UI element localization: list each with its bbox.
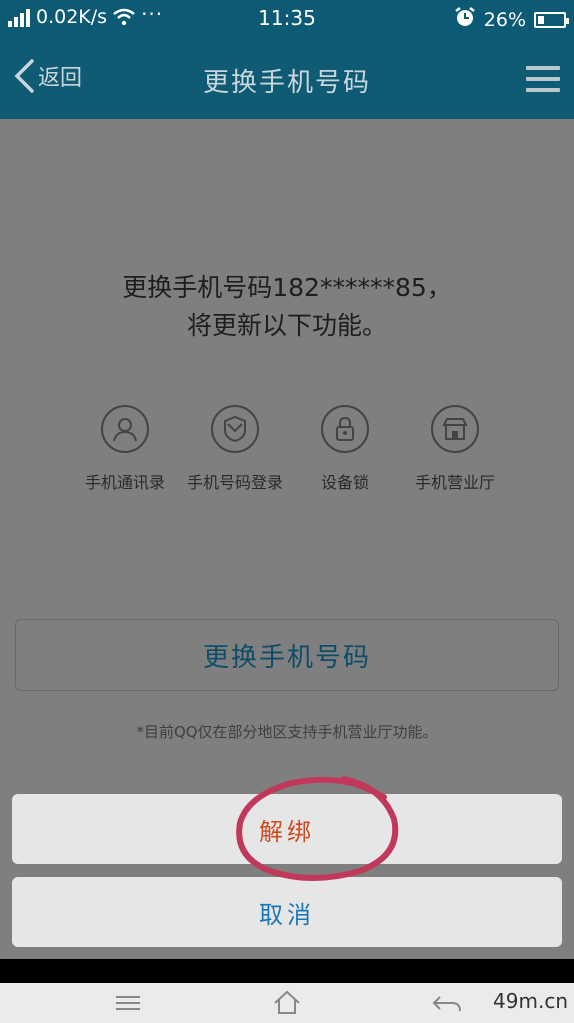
cancel-button[interactable]: 取消: [12, 877, 562, 947]
lock-icon: [321, 405, 369, 453]
page-title: 更换手机号码: [202, 68, 371, 98]
system-nav-bar: 49m.cn: [0, 983, 574, 1023]
feature-mobile-hall: 手机营业厅: [400, 405, 510, 493]
feature-contacts: 手机通讯录: [70, 405, 180, 493]
feature-label: 设备锁: [320, 473, 369, 492]
feature-device-lock: 设备锁: [290, 405, 400, 493]
back-icon[interactable]: [426, 989, 466, 1017]
feature-label: 手机通讯录: [84, 473, 165, 492]
nav-bar: 返回 更换手机号码: [0, 38, 574, 119]
menu-icon[interactable]: [108, 989, 148, 1017]
alarm-icon: [454, 6, 476, 33]
change-phone-button[interactable]: 更换手机号码: [15, 619, 559, 691]
feature-phone-login: 手机号码登录: [180, 405, 290, 493]
watermark: 49m.cn: [493, 989, 568, 1013]
feature-list: 手机通讯录 手机号码登录 设备锁 手机营业厅: [70, 405, 510, 493]
feature-label: 手机号码登录: [186, 473, 283, 492]
shield-icon: [211, 405, 259, 453]
change-info: 更换手机号码182******85， 将更新以下功能。: [0, 269, 574, 345]
battery-percent: 26%: [483, 8, 526, 31]
home-icon[interactable]: [267, 989, 307, 1017]
status-bar: 0.02K/s ··· 11:35 26%: [0, 0, 574, 38]
contact-icon: [101, 405, 149, 453]
store-icon: [431, 405, 479, 453]
status-right: 26%: [454, 6, 569, 33]
menu-icon[interactable]: [526, 66, 560, 92]
unbind-button[interactable]: 解绑: [12, 794, 562, 864]
footnote: *目前QQ仅在部分地区支持手机营业厅功能。: [136, 723, 438, 741]
system-spacer: [0, 959, 574, 983]
feature-label: 手机营业厅: [414, 473, 495, 492]
battery-icon: [534, 11, 569, 28]
info-line-2: 将更新以下功能。: [186, 311, 387, 340]
main-content: 更换手机号码182******85， 将更新以下功能。 手机通讯录 手机号码登录…: [0, 119, 574, 959]
info-line-1: 更换手机号码182******85，: [122, 273, 452, 302]
